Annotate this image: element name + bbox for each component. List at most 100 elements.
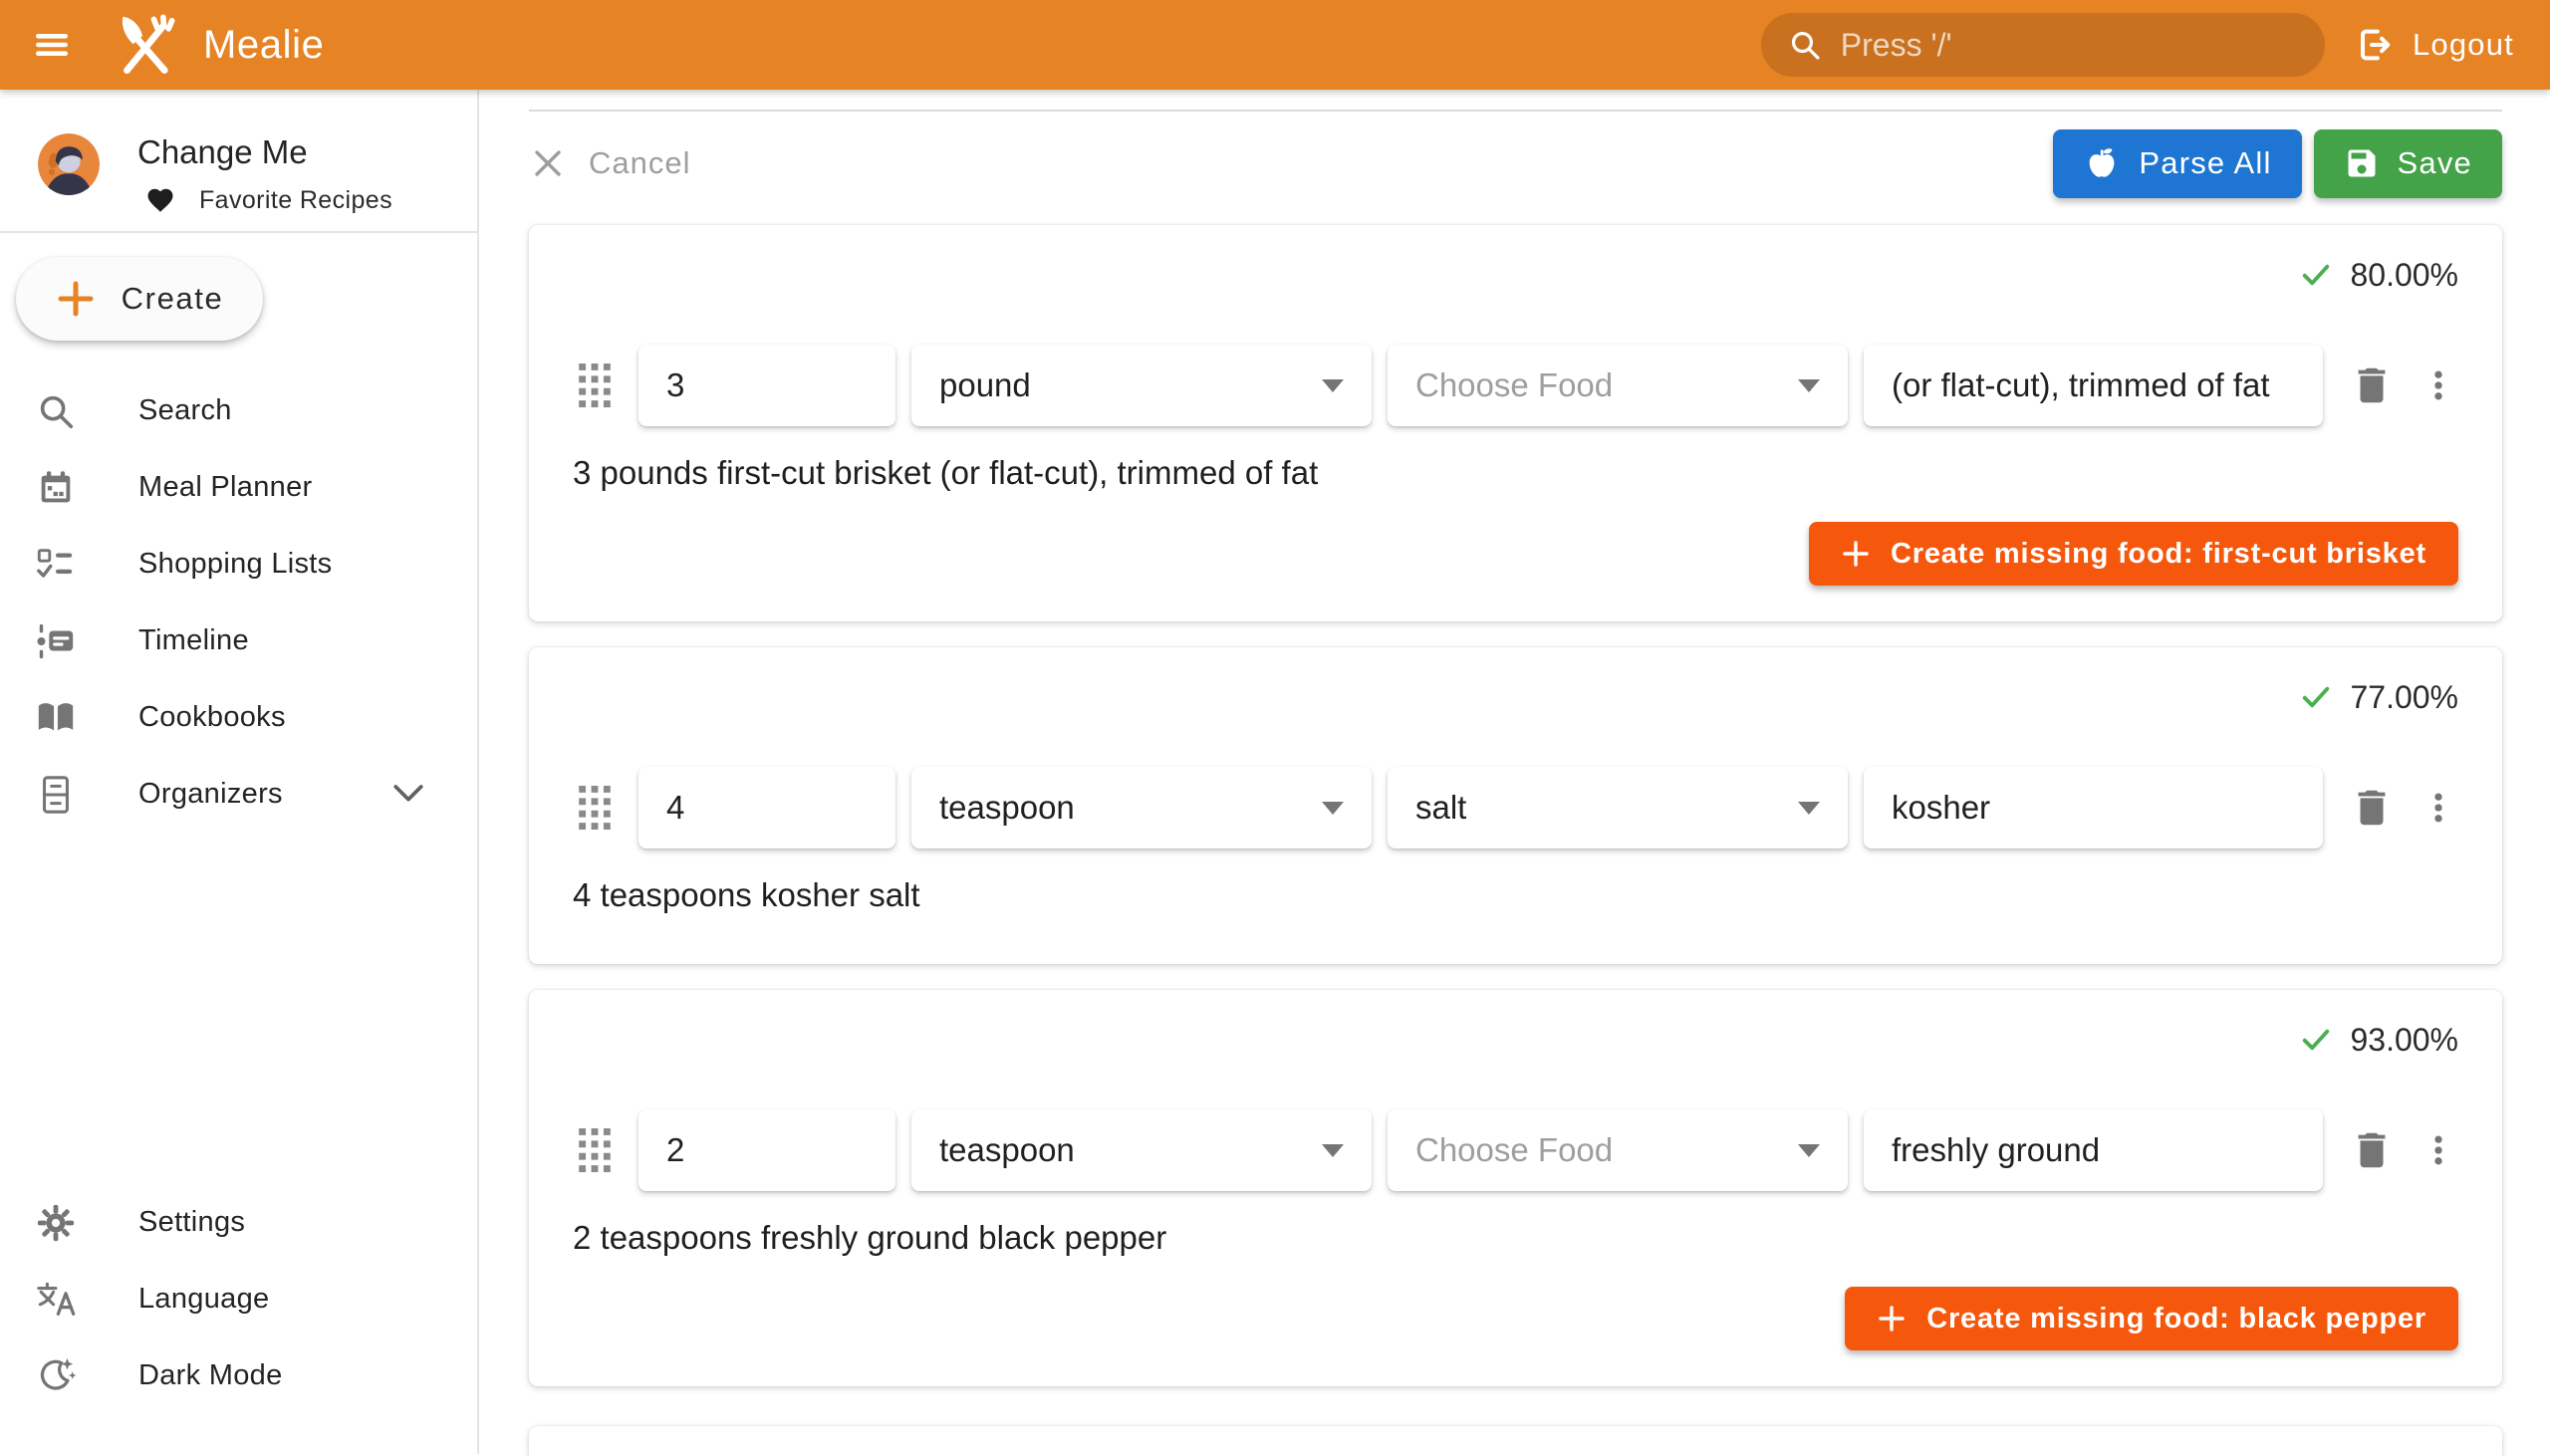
create-button-label: Create — [122, 281, 224, 317]
confidence-indicator: 77.00% — [573, 675, 2458, 719]
drag-handle[interactable] — [573, 364, 617, 407]
food-select-value: salt — [1415, 789, 1466, 827]
content-top-divider — [529, 110, 2502, 112]
sidebar-item-label: Settings — [138, 1206, 245, 1239]
favorite-recipes-label: Favorite Recipes — [199, 186, 392, 215]
dots-vertical-icon — [2419, 363, 2458, 408]
drag-grid-icon — [579, 786, 611, 830]
note-input[interactable] — [1892, 1131, 2295, 1169]
sidebar-item-dark-mode[interactable]: Dark Mode — [0, 1337, 477, 1414]
ingredient-fields-row: pound Choose Food — [573, 345, 2458, 426]
app-title: Mealie — [203, 23, 324, 68]
food-select-placeholder: Choose Food — [1415, 1131, 1613, 1169]
note-input[interactable] — [1892, 366, 2295, 404]
sidebar-nav: Search Meal Planner — [0, 372, 477, 833]
ingredient-card: 93.00% teaspoon — [529, 990, 2502, 1386]
search-input[interactable] — [1841, 27, 2299, 64]
parse-all-button[interactable]: Parse All — [2053, 129, 2301, 198]
food-select[interactable]: Choose Food — [1388, 1109, 1848, 1191]
more-options-button[interactable] — [2419, 783, 2458, 833]
check-icon — [2298, 1022, 2334, 1058]
quantity-field — [638, 345, 895, 426]
sidebar-item-label: Cookbooks — [138, 701, 286, 734]
user-name: Change Me — [137, 133, 308, 171]
search-bar[interactable] — [1761, 13, 2325, 77]
caret-down-icon — [1322, 379, 1344, 392]
user-section: Change Me Favorite Recipes — [0, 90, 477, 231]
dots-vertical-icon — [2419, 1127, 2458, 1173]
sidebar-item-shopping-lists[interactable]: Shopping Lists — [0, 526, 477, 603]
favorite-recipes-link[interactable]: Favorite Recipes — [145, 185, 392, 215]
drag-grid-icon — [579, 364, 611, 407]
hamburger-menu-button[interactable] — [14, 7, 90, 83]
note-input[interactable] — [1892, 789, 2295, 827]
ingredient-fields-row: teaspoon salt — [573, 767, 2458, 849]
unit-select[interactable]: pound — [911, 345, 1372, 426]
parser-toolbar: Cancel Parse All Save — [529, 127, 2502, 199]
delete-ingredient-button[interactable] — [2347, 783, 2397, 833]
original-ingredient-text: 3 pounds first-cut brisket (or flat-cut)… — [573, 454, 2458, 494]
note-field — [1864, 767, 2323, 849]
sidebar-item-label: Meal Planner — [138, 471, 312, 504]
checklist-icon — [35, 544, 77, 586]
create-missing-food-button[interactable]: Create missing food: black pepper — [1845, 1287, 2458, 1350]
quantity-input[interactable] — [666, 1131, 868, 1169]
food-select[interactable]: Choose Food — [1388, 345, 1848, 426]
create-missing-food-button[interactable]: Create missing food: first-cut brisket — [1809, 522, 2458, 586]
sidebar-item-label: Search — [138, 394, 232, 427]
trash-icon — [2349, 363, 2395, 408]
more-options-button[interactable] — [2419, 1125, 2458, 1175]
avatar[interactable] — [38, 133, 100, 195]
sidebar-item-settings[interactable]: Settings — [0, 1184, 477, 1261]
confidence-value: 77.00% — [2350, 679, 2458, 716]
sidebar: Change Me Favorite Recipes Create Search — [0, 90, 479, 1454]
heart-icon — [145, 185, 175, 215]
apple-icon — [2083, 144, 2121, 182]
logout-button[interactable]: Logout — [2353, 24, 2514, 66]
unit-select-value: teaspoon — [939, 1131, 1075, 1169]
sidebar-item-label: Timeline — [138, 624, 249, 657]
sidebar-item-label: Dark Mode — [138, 1359, 283, 1392]
trash-icon — [2349, 785, 2395, 831]
quantity-input[interactable] — [666, 366, 868, 404]
drag-grid-icon — [579, 1128, 611, 1172]
confidence-indicator: 93.00% — [573, 1018, 2458, 1062]
drag-handle[interactable] — [573, 786, 617, 830]
sidebar-item-language[interactable]: Language — [0, 1261, 477, 1337]
quantity-field — [638, 1109, 895, 1191]
ingredient-card: 77.00% teaspoon — [529, 647, 2502, 964]
sidebar-item-organizers[interactable]: Organizers — [0, 756, 477, 833]
unit-select[interactable]: teaspoon — [911, 767, 1372, 849]
food-select-placeholder: Choose Food — [1415, 366, 1613, 404]
sidebar-item-cookbooks[interactable]: Cookbooks — [0, 679, 477, 756]
delete-ingredient-button[interactable] — [2347, 361, 2397, 410]
food-select[interactable]: salt — [1388, 767, 1848, 849]
save-icon — [2344, 145, 2380, 181]
caret-down-icon — [1798, 379, 1820, 392]
ingredient-fields-row: teaspoon Choose Food — [573, 1109, 2458, 1191]
hamburger-icon — [30, 23, 74, 67]
save-button[interactable]: Save — [2314, 129, 2502, 198]
unit-select[interactable]: teaspoon — [911, 1109, 1372, 1191]
quantity-field — [638, 767, 895, 849]
sidebar-item-label: Organizers — [138, 778, 283, 811]
calendar-icon — [35, 467, 77, 509]
drag-handle[interactable] — [573, 1128, 617, 1172]
create-button[interactable]: Create — [16, 257, 263, 341]
ingredient-card: 80.00% pound Ch — [529, 225, 2502, 621]
sidebar-item-label: Language — [138, 1283, 269, 1316]
confidence-value: 80.00% — [2350, 257, 2458, 294]
cancel-button[interactable]: Cancel — [529, 144, 691, 182]
caret-down-icon — [1322, 1144, 1344, 1157]
sidebar-item-timeline[interactable]: Timeline — [0, 603, 477, 679]
quantity-input[interactable] — [666, 789, 868, 827]
close-icon — [529, 144, 567, 182]
home-logo-link[interactable] — [114, 14, 175, 76]
more-options-button[interactable] — [2419, 361, 2458, 410]
sidebar-item-meal-planner[interactable]: Meal Planner — [0, 449, 477, 526]
sidebar-item-search[interactable]: Search — [0, 372, 477, 449]
moon-stars-icon — [35, 1355, 77, 1397]
create-missing-food-label: Create missing food: black pepper — [1926, 1303, 2426, 1335]
file-cabinet-icon — [35, 774, 77, 816]
delete-ingredient-button[interactable] — [2347, 1125, 2397, 1175]
